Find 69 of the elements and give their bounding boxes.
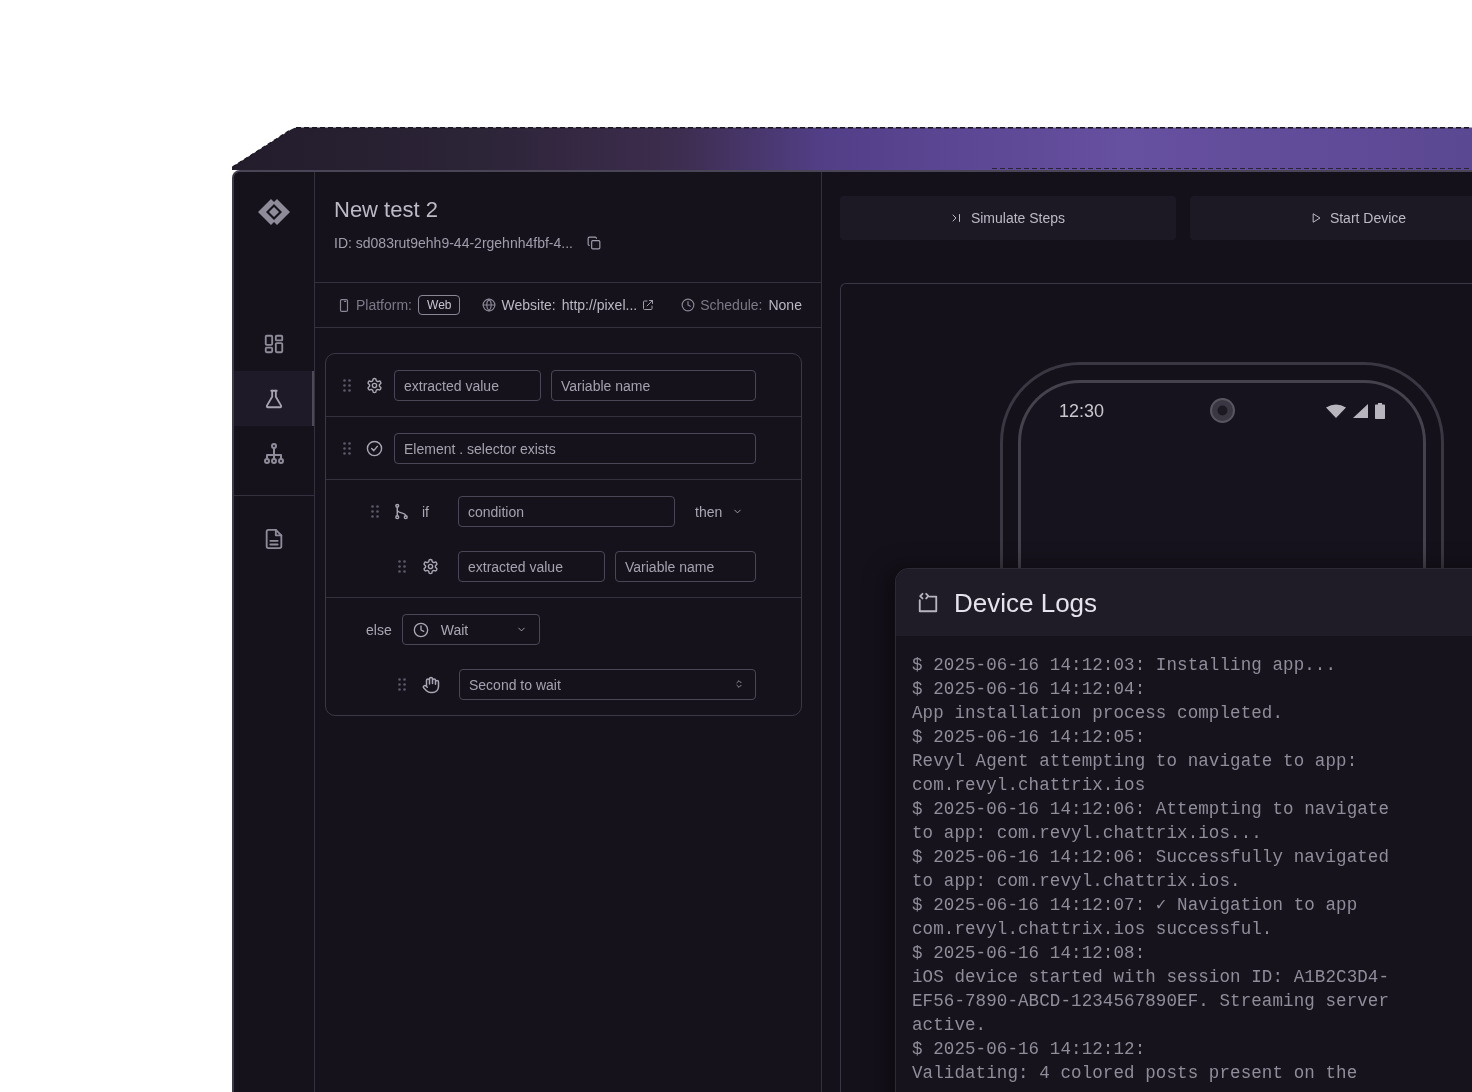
log-line: to app: com.revyl.chattrix.ios... (912, 822, 1262, 845)
drag-handle-icon[interactable] (398, 678, 406, 691)
gear-icon (366, 377, 383, 394)
variable-name-field[interactable]: Variable name (615, 551, 756, 582)
log-line: $ 2025-06-16 14:12:08: (912, 942, 1146, 965)
website-label: Website: (501, 297, 556, 313)
test-title: New test 2 (334, 197, 438, 223)
value-field[interactable]: extracted value (458, 551, 605, 582)
platform-label: Platform: (356, 297, 412, 313)
website-link[interactable]: http://pixel... (561, 297, 638, 313)
schedule-value: None (768, 297, 802, 313)
check-circle-icon (366, 440, 383, 457)
flask-icon (263, 387, 285, 410)
value-field[interactable]: extracted value (394, 370, 541, 401)
hand-icon (422, 675, 440, 694)
action-select[interactable]: Wait (401, 614, 540, 645)
condition-field[interactable]: condition (458, 496, 675, 527)
log-line: com.revyl.chattrix.ios successful. (912, 918, 1273, 941)
battery-icon (1375, 403, 1385, 419)
logo-icon[interactable] (257, 198, 291, 226)
step-forward-icon (950, 212, 963, 224)
gear-icon (422, 558, 439, 575)
camera-lens-icon (1209, 398, 1235, 423)
hierarchy-icon (262, 441, 286, 466)
platform-badge: Web (418, 295, 461, 315)
clock-icon (412, 621, 429, 638)
drag-handle-icon[interactable] (343, 379, 351, 392)
log-line: $ 2025-06-16 14:12:04: (912, 678, 1146, 701)
variable-name-field[interactable]: Variable name (551, 370, 756, 401)
signal-icon (1353, 404, 1368, 418)
log-line: $ 2025-06-16 14:12:06: Attempting to navigate (912, 798, 1390, 821)
log-line: EF56-7890-ABCD-1234567890EF. Streaming server (912, 990, 1390, 1013)
sidebar-nav-button[interactable] (234, 371, 314, 426)
logs-title: Device Logs (954, 587, 1098, 618)
copy-icon[interactable] (586, 236, 601, 250)
document-icon (263, 527, 285, 550)
branch-icon (393, 503, 410, 520)
status-time: 12:30 (1059, 400, 1105, 423)
simulate-steps-button[interactable]: Simulate Steps (840, 196, 1176, 240)
log-line: $ 2025-06-16 14:12:06: Successfully navigated (912, 846, 1390, 869)
log-line: App installation process completed. (912, 702, 1284, 725)
log-line: iOS device started with session ID: A1B2C3D4- (912, 966, 1390, 989)
test-id: ID: sd083rut9ehh9-44-2rgehnh4fbf-4... (334, 234, 573, 252)
schedule-label: Schedule: (700, 297, 763, 313)
selector-field[interactable]: Element . selector exists (394, 433, 756, 464)
log-line: active. (912, 1014, 987, 1037)
log-line: to app: com.revyl.chattrix.ios. (912, 870, 1241, 893)
log-line: $ 2025-06-16 14:12:07: ✓ Navigation to app (912, 894, 1358, 917)
start-device-button[interactable]: Start Device (1190, 196, 1472, 240)
drag-handle-icon[interactable] (343, 442, 351, 455)
log-line: $ 2025-06-16 14:12:05: (912, 726, 1146, 749)
log-line: $ 2025-06-16 14:12:12: (912, 1038, 1146, 1061)
external-link-icon[interactable] (642, 299, 655, 311)
seconds-field[interactable]: Second to wait (459, 669, 756, 700)
grid-icon (263, 332, 285, 355)
drag-handle-icon[interactable] (398, 560, 406, 573)
log-line: $ 2025-06-16 14:12:03: Installing app... (912, 654, 1337, 677)
then-dropdown[interactable]: then (675, 496, 756, 527)
phone-icon (337, 296, 351, 314)
keyword-label: else (366, 621, 392, 638)
drag-handle-icon[interactable] (371, 505, 379, 518)
log-line: Validating: 4 colored posts present on the (912, 1062, 1358, 1085)
clock-icon (681, 298, 696, 312)
wifi-icon (1326, 404, 1346, 418)
log-line: Revyl Agent attempting to navigate to app: (912, 750, 1358, 773)
code-window-icon (917, 591, 939, 614)
log-line: com.revyl.chattrix.ios (912, 774, 1146, 797)
keyword-label: if (422, 503, 429, 520)
globe-icon (482, 298, 497, 312)
